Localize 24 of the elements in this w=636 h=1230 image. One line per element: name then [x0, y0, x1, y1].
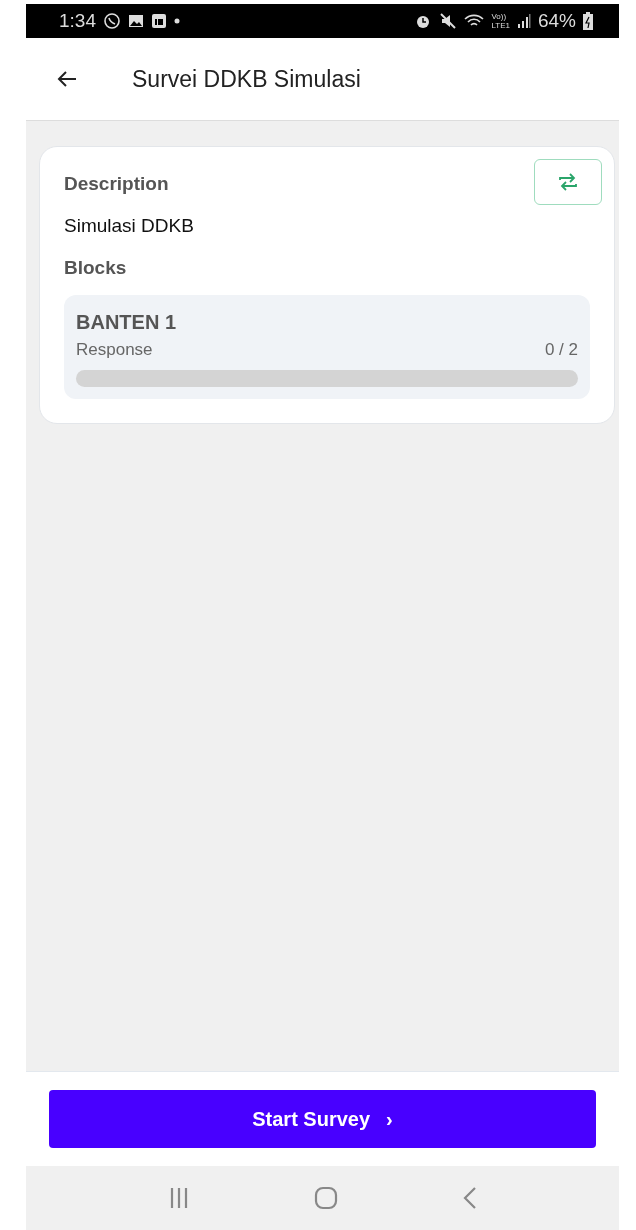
back-nav-icon[interactable]: [462, 1187, 477, 1209]
chat-icon: [103, 12, 121, 30]
response-label: Response: [76, 340, 153, 360]
blocks-label: Blocks: [64, 257, 127, 279]
start-survey-button[interactable]: Start Survey ›: [49, 1090, 596, 1148]
image-icon: [128, 13, 144, 29]
swap-arrows-icon: [557, 172, 579, 192]
status-time: 1:34: [59, 10, 96, 32]
signal-icon: [516, 13, 531, 29]
back-arrow-icon: [56, 70, 78, 88]
dot-icon: [174, 18, 180, 24]
block-name: BANTEN 1: [76, 311, 177, 334]
battery-level: 64%: [537, 10, 576, 32]
home-icon[interactable]: [313, 1186, 338, 1210]
recent-apps-icon[interactable]: [168, 1187, 189, 1209]
description-text: Simulasi DDKB: [64, 215, 195, 237]
block-item[interactable]: BANTEN 1 Response 0 / 2: [64, 295, 590, 399]
mute-icon: [439, 12, 458, 30]
response-count: 0 / 2: [544, 340, 578, 360]
switch-button[interactable]: [534, 159, 602, 205]
network-label: Vo)) LTE1: [491, 12, 510, 30]
battery-icon: [583, 12, 593, 30]
screen-title: Survei DDKB Simulasi: [132, 65, 361, 93]
description-label: Description: [64, 173, 169, 195]
